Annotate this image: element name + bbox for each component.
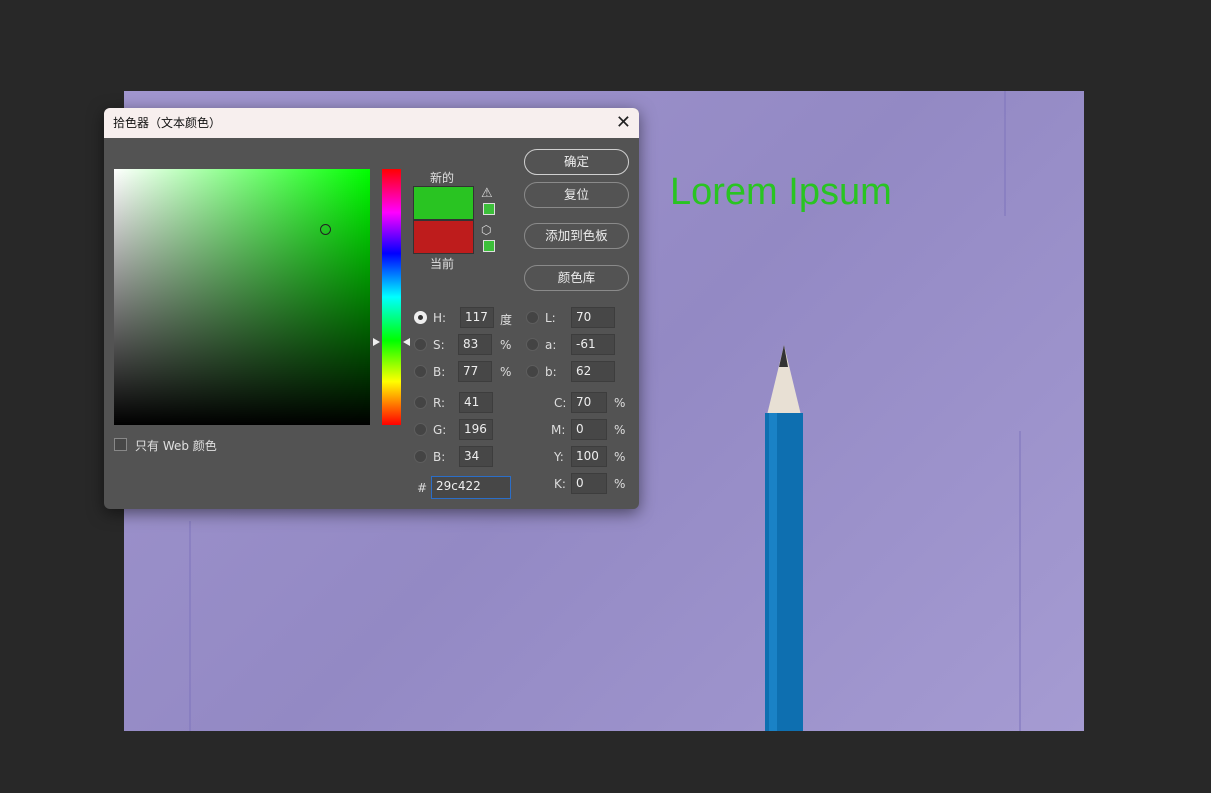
radio-b[interactable] (414, 450, 427, 463)
y-label: Y: (554, 450, 564, 464)
web-colors-only-label: 只有 Web 颜色 (135, 439, 217, 453)
web-safe-cube-icon[interactable]: ⬡ (481, 223, 491, 237)
web-colors-only-checkbox[interactable] (114, 438, 127, 451)
texture-ridge (1004, 91, 1006, 216)
y-unit: % (614, 450, 626, 464)
radio-a[interactable] (526, 338, 539, 351)
b-input[interactable]: 34 (459, 446, 493, 467)
hue-slider-handle-right[interactable] (403, 338, 410, 346)
c-label: C: (554, 396, 567, 410)
color-libraries-button[interactable]: 颜色库 (524, 265, 629, 291)
radio-h[interactable] (414, 311, 427, 324)
add-to-swatches-button[interactable]: 添加到色板 (524, 223, 629, 249)
radio-s[interactable] (414, 338, 427, 351)
radio-r[interactable] (414, 396, 427, 409)
close-icon[interactable]: ✕ (616, 112, 631, 134)
reset-button[interactable]: 复位 (524, 182, 629, 208)
lab-b-label: b: (545, 365, 557, 379)
r-label: R: (433, 396, 446, 410)
brightness-label: B: (433, 365, 446, 379)
texture-ridge (189, 521, 191, 731)
b-label: B: (433, 450, 446, 464)
radio-lab-b[interactable] (526, 365, 539, 378)
new-color-swatch (413, 186, 474, 220)
hue-slider-handle-left[interactable] (373, 338, 380, 346)
l-label: L: (545, 311, 556, 325)
m-input[interactable]: 0 (571, 419, 607, 440)
h-unit: 度 (500, 313, 513, 327)
s-unit: % (500, 338, 512, 352)
k-unit: % (614, 477, 626, 491)
g-input[interactable]: 196 (459, 419, 493, 440)
pencil-image (765, 345, 803, 731)
out-of-gamut-warning-icon[interactable]: ⚠ (481, 186, 493, 201)
texture-ridge (1019, 431, 1021, 731)
hue-slider[interactable] (382, 169, 401, 425)
dialog-title: 拾色器（文本颜色） (104, 108, 639, 138)
l-input[interactable]: 70 (571, 307, 615, 328)
color-picker-cursor[interactable] (320, 224, 331, 235)
current-label: 当前 (430, 257, 455, 271)
brightness-input[interactable]: 77 (458, 361, 492, 382)
h-input[interactable]: 117 (460, 307, 494, 328)
k-label: K: (554, 477, 566, 491)
m-label: M: (551, 423, 566, 437)
c-unit: % (614, 396, 626, 410)
ok-button[interactable]: 确定 (524, 149, 629, 175)
gamut-swatch[interactable] (483, 203, 495, 215)
y-input[interactable]: 100 (571, 446, 607, 467)
k-input[interactable]: 0 (571, 473, 607, 494)
hex-label: # (417, 481, 428, 495)
g-label: G: (433, 423, 447, 437)
color-field[interactable] (114, 169, 370, 425)
current-color-swatch[interactable] (413, 220, 474, 254)
h-label: H: (433, 311, 447, 325)
new-label: 新的 (430, 171, 455, 185)
lab-b-input[interactable]: 62 (571, 361, 615, 382)
radio-g[interactable] (414, 423, 427, 436)
radio-l[interactable] (526, 311, 539, 324)
canvas-text-layer[interactable]: Lorem Ipsum (670, 171, 892, 214)
c-input[interactable]: 70 (571, 392, 607, 413)
hex-input[interactable]: 29c422 (431, 476, 511, 499)
s-label: S: (433, 338, 445, 352)
web-safe-swatch[interactable] (483, 240, 495, 252)
radio-brightness[interactable] (414, 365, 427, 378)
color-picker-dialog: 拾色器（文本颜色） ✕ 新的 当前 ⚠ ⬡ 确定 复位 添加到色板 颜色库 H:… (104, 108, 639, 509)
a-input[interactable]: -61 (571, 334, 615, 355)
brightness-unit: % (500, 365, 512, 379)
r-input[interactable]: 41 (459, 392, 493, 413)
a-label: a: (545, 338, 557, 352)
m-unit: % (614, 423, 626, 437)
s-input[interactable]: 83 (458, 334, 492, 355)
